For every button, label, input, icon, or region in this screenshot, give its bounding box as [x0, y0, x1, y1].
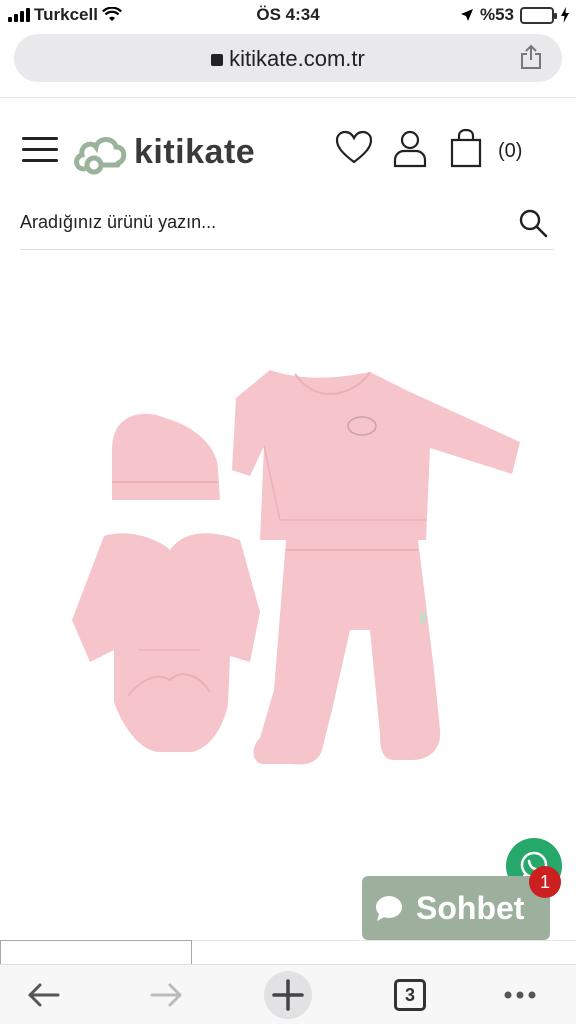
brand-name: kitikate: [134, 132, 256, 171]
product-tabs: [0, 940, 576, 964]
forward-arrow-icon[interactable]: [146, 975, 186, 1015]
chat-bubble-icon: [376, 896, 402, 921]
search-icon[interactable]: [518, 208, 548, 238]
product-pants: [253, 540, 441, 765]
chat-label: Sohbet: [416, 890, 525, 926]
product-bodysuit: [72, 533, 260, 752]
new-tab-button[interactable]: [264, 971, 312, 1019]
browser-toolbar: 3: [0, 964, 576, 1024]
user-icon[interactable]: [390, 128, 430, 168]
more-options-icon[interactable]: [500, 975, 540, 1015]
share-icon[interactable]: [518, 44, 544, 70]
chat-notification-badge: 1: [529, 866, 561, 898]
battery-icon: [520, 6, 557, 24]
product-top: [232, 370, 520, 540]
search-bar: [20, 200, 554, 250]
product-tab-3[interactable]: [384, 940, 576, 964]
back-arrow-icon[interactable]: [24, 975, 64, 1015]
menu-icon[interactable]: [22, 137, 58, 165]
status-bar: Turkcell ÖS 4:34 %53: [0, 0, 576, 30]
heart-icon[interactable]: [334, 128, 374, 168]
product-tab-1[interactable]: [0, 940, 192, 964]
tab-switcher-button[interactable]: 3: [394, 979, 426, 1011]
search-input[interactable]: [20, 200, 490, 244]
header-divider: [0, 97, 576, 98]
charging-bolt-icon: [561, 7, 569, 23]
chat-widget-button[interactable]: Sohbet: [362, 876, 550, 940]
address-bar[interactable]: kitikate.com.tr: [14, 34, 562, 82]
cart-count[interactable]: (0): [498, 140, 522, 163]
product-tab-2[interactable]: [192, 940, 384, 964]
battery-percent: %53: [479, 5, 514, 24]
status-right: %53: [460, 5, 570, 25]
url-display[interactable]: kitikate.com.tr: [14, 46, 562, 72]
product-hat: [112, 413, 220, 500]
plus-icon: [272, 979, 304, 1011]
url-text: kitikate.com.tr: [229, 46, 365, 71]
site-logo[interactable]: kitikate: [72, 124, 255, 180]
site-header: kitikate (0): [0, 112, 576, 192]
cloud-logo-icon: [74, 137, 127, 175]
page: Turkcell ÖS 4:34 %53 kitikate.com.tr kit…: [0, 0, 576, 1024]
location-arrow-icon: [460, 9, 473, 21]
lock-icon: [211, 54, 224, 66]
product-image[interactable]: [50, 350, 530, 780]
shopping-bag-icon[interactable]: [446, 128, 486, 168]
